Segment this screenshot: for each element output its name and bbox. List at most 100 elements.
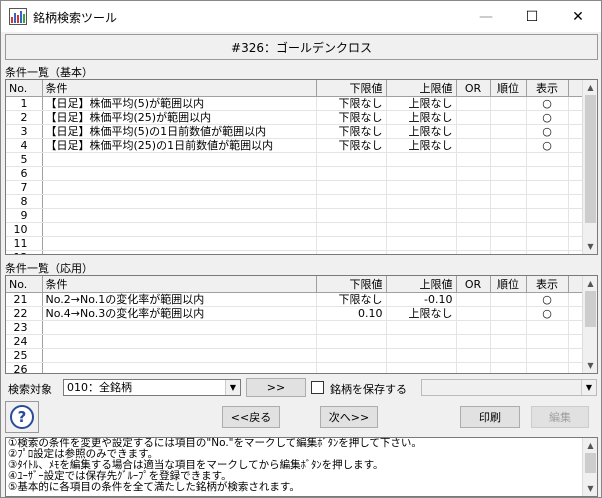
display-cell[interactable]: ○ (526, 292, 569, 307)
upper-limit-cell[interactable] (386, 236, 457, 251)
lower-limit-cell[interactable]: 下限なし (316, 96, 387, 111)
row-number[interactable]: 4 (6, 138, 43, 153)
table-row[interactable]: 11 (6, 236, 585, 251)
search-target-select[interactable]: 010：全銘柄 ▼ (63, 379, 241, 396)
row-number[interactable]: 2 (6, 110, 43, 125)
or-cell[interactable] (456, 194, 491, 209)
display-cell[interactable] (526, 166, 569, 181)
scroll-down-icon[interactable]: ▼ (583, 481, 597, 496)
or-cell[interactable] (456, 166, 491, 181)
or-cell[interactable] (456, 110, 491, 125)
display-cell[interactable] (526, 348, 569, 363)
upper-limit-cell[interactable] (386, 362, 457, 373)
col-display[interactable]: 表示 (526, 276, 569, 293)
row-number[interactable]: 9 (6, 208, 43, 223)
rank-cell[interactable] (490, 208, 527, 223)
chevron-down-icon[interactable]: ▼ (225, 380, 240, 395)
col-rank[interactable]: 順位 (490, 276, 527, 293)
rank-cell[interactable] (490, 348, 527, 363)
scroll-thumb[interactable] (585, 453, 596, 473)
condition-cell[interactable] (42, 194, 317, 209)
row-number[interactable]: 5 (6, 152, 43, 167)
or-cell[interactable] (456, 124, 491, 139)
rank-cell[interactable] (490, 292, 527, 307)
display-cell[interactable] (526, 250, 569, 254)
condition-cell[interactable] (42, 152, 317, 167)
or-cell[interactable] (456, 334, 491, 349)
or-cell[interactable] (456, 236, 491, 251)
condition-cell[interactable]: 【日足】株価平均(25)の1日前数値が範囲以内 (42, 138, 317, 153)
display-cell[interactable] (526, 208, 569, 223)
display-cell[interactable] (526, 152, 569, 167)
display-cell[interactable]: ○ (526, 96, 569, 111)
condition-cell[interactable] (42, 334, 317, 349)
rank-cell[interactable] (490, 236, 527, 251)
rank-cell[interactable] (490, 110, 527, 125)
row-number[interactable]: 3 (6, 124, 43, 139)
basic-conditions-grid[interactable]: No. 条件 下限値 上限値 OR 順位 表示 1 【日足】株価平均(5)が範囲以… (5, 79, 598, 255)
row-number[interactable]: 22 (6, 306, 43, 321)
condition-cell[interactable] (42, 166, 317, 181)
table-row[interactable]: 10 (6, 222, 585, 237)
col-display[interactable]: 表示 (526, 80, 569, 97)
display-cell[interactable] (526, 180, 569, 195)
table-row[interactable]: 7 (6, 180, 585, 195)
condition-cell[interactable]: 【日足】株価平均(5)が範囲以内 (42, 96, 317, 111)
table-row[interactable]: 23 (6, 320, 585, 335)
scroll-up-icon[interactable]: ▲ (583, 438, 597, 453)
scroll-down-icon[interactable]: ▼ (583, 239, 597, 254)
lower-limit-cell[interactable] (316, 320, 387, 335)
rank-cell[interactable] (490, 96, 527, 111)
or-cell[interactable] (456, 320, 491, 335)
lower-limit-cell[interactable]: 下限なし (316, 292, 387, 307)
col-condition[interactable]: 条件 (42, 80, 317, 97)
table-row[interactable]: 26 (6, 362, 585, 373)
applied-scrollbar[interactable]: ▲ ▼ (582, 276, 597, 373)
rank-cell[interactable] (490, 320, 527, 335)
rank-cell[interactable] (490, 166, 527, 181)
rank-cell[interactable] (490, 362, 527, 373)
table-row[interactable]: 1 【日足】株価平均(5)が範囲以内 下限なし 上限なし ○ (6, 96, 585, 111)
chevron-down-icon[interactable]: ▼ (581, 380, 596, 395)
scroll-thumb[interactable] (585, 291, 596, 327)
lower-limit-cell[interactable]: 下限なし (316, 110, 387, 125)
row-number[interactable]: 11 (6, 236, 43, 251)
display-cell[interactable] (526, 222, 569, 237)
table-row[interactable]: 8 (6, 194, 585, 209)
col-condition[interactable]: 条件 (42, 276, 317, 293)
upper-limit-cell[interactable]: 上限なし (386, 124, 457, 139)
prev-button[interactable]: <<戻る (222, 406, 280, 428)
col-upper[interactable]: 上限値 (386, 276, 457, 293)
display-cell[interactable] (526, 194, 569, 209)
upper-limit-cell[interactable]: 上限なし (386, 110, 457, 125)
minimize-button[interactable]: — (463, 1, 509, 32)
lower-limit-cell[interactable] (316, 362, 387, 373)
table-row[interactable]: 4 【日足】株価平均(25)の1日前数値が範囲以内 下限なし 上限なし ○ (6, 138, 585, 153)
or-cell[interactable] (456, 362, 491, 373)
or-cell[interactable] (456, 306, 491, 321)
rank-cell[interactable] (490, 306, 527, 321)
or-cell[interactable] (456, 208, 491, 223)
condition-cell[interactable]: 【日足】株価平均(5)の1日前数値が範囲以内 (42, 124, 317, 139)
apply-target-button[interactable]: >> (246, 378, 306, 397)
lower-limit-cell[interactable] (316, 222, 387, 237)
condition-cell[interactable] (42, 208, 317, 223)
condition-cell[interactable] (42, 180, 317, 195)
rank-cell[interactable] (490, 138, 527, 153)
condition-cell[interactable] (42, 222, 317, 237)
rank-cell[interactable] (490, 222, 527, 237)
lower-limit-cell[interactable] (316, 152, 387, 167)
upper-limit-cell[interactable]: 上限なし (386, 96, 457, 111)
row-number[interactable]: 25 (6, 348, 43, 363)
col-upper[interactable]: 上限値 (386, 80, 457, 97)
display-cell[interactable]: ○ (526, 138, 569, 153)
lower-limit-cell[interactable] (316, 208, 387, 223)
or-cell[interactable] (456, 96, 491, 111)
table-row[interactable]: 6 (6, 166, 585, 181)
upper-limit-cell[interactable] (386, 348, 457, 363)
rank-cell[interactable] (490, 250, 527, 254)
condition-cell[interactable]: No.2→No.1の変化率が範囲以内 (42, 292, 317, 307)
or-cell[interactable] (456, 250, 491, 254)
display-cell[interactable] (526, 334, 569, 349)
condition-cell[interactable] (42, 320, 317, 335)
